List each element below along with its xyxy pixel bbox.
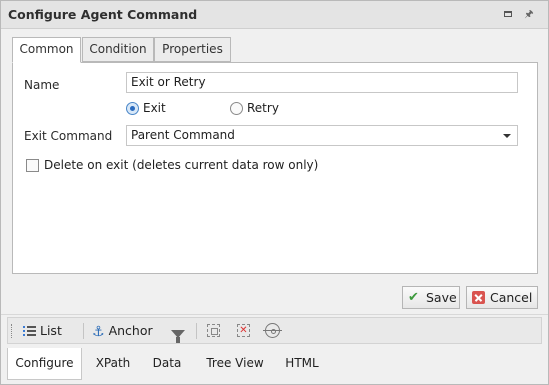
- tab-configure[interactable]: Configure: [7, 348, 82, 380]
- delete-on-exit-label: Delete on exit (deletes current data row…: [44, 158, 319, 172]
- toolbar-separator: [83, 323, 84, 339]
- anchor-button[interactable]: ⚓︎ Anchor: [92, 321, 153, 341]
- exit-command-label: Exit Command: [24, 129, 113, 143]
- restore-button[interactable]: [501, 8, 515, 22]
- save-button-label: Save: [426, 290, 457, 305]
- tab-properties[interactable]: Properties: [154, 37, 231, 62]
- bottom-tab-bar: Configure XPath Data Tree View HTML: [1, 348, 548, 384]
- divider: [1, 314, 548, 315]
- tab-html[interactable]: HTML: [280, 348, 324, 380]
- list-icon: [23, 326, 36, 337]
- radio-exit-label: Exit: [143, 101, 166, 115]
- toolbar: List ⚓︎ Anchor ✕: [7, 317, 542, 344]
- list-button[interactable]: List: [23, 321, 62, 341]
- tab-data[interactable]: Data: [148, 348, 186, 380]
- target-icon[interactable]: [263, 323, 282, 338]
- filter-icon: [171, 329, 185, 343]
- anchor-icon: ⚓︎: [92, 323, 105, 340]
- delete-on-exit-box: [26, 159, 39, 172]
- tab-common[interactable]: Common: [12, 37, 81, 63]
- tab-tree-view[interactable]: Tree View: [200, 348, 270, 380]
- save-button[interactable]: ✔ Save: [402, 286, 460, 309]
- tab-xpath[interactable]: XPath: [91, 348, 135, 380]
- radio-exit-circle: [126, 102, 139, 115]
- configure-agent-command-window: Configure Agent Command 🖈︎ Common Condit…: [0, 0, 549, 385]
- exit-command-value: Parent Command: [131, 128, 235, 142]
- filter-button[interactable]: [171, 323, 189, 343]
- common-tab-panel: Name Exit or Retry Exit Retry Exit Comma…: [12, 62, 538, 274]
- checkmark-icon: ✔: [408, 290, 419, 305]
- tab-condition[interactable]: Condition: [82, 37, 154, 62]
- pin-button[interactable]: 🖈︎: [522, 8, 536, 22]
- anchor-button-label: Anchor: [108, 323, 153, 338]
- cancel-button-label: Cancel: [490, 290, 533, 305]
- title-bar: Configure Agent Command 🖈︎: [1, 1, 548, 29]
- radio-retry-circle: [230, 102, 243, 115]
- close-icon: [472, 291, 485, 304]
- clear-selection-icon[interactable]: ✕: [237, 324, 250, 337]
- pin-icon: 🖈︎: [524, 9, 534, 20]
- select-element-icon[interactable]: [207, 324, 220, 337]
- toolbar-separator: [196, 323, 197, 339]
- cancel-button[interactable]: Cancel: [466, 286, 538, 309]
- radio-retry-label: Retry: [247, 101, 279, 115]
- list-button-label: List: [40, 323, 62, 338]
- name-input[interactable]: Exit or Retry: [126, 72, 518, 93]
- window-title: Configure Agent Command: [8, 7, 198, 22]
- restore-icon: [504, 11, 512, 17]
- exit-command-select[interactable]: Parent Command: [126, 125, 518, 146]
- chevron-down-icon: [503, 134, 511, 138]
- toolbar-grip-icon[interactable]: [11, 324, 13, 338]
- name-label: Name: [24, 78, 60, 92]
